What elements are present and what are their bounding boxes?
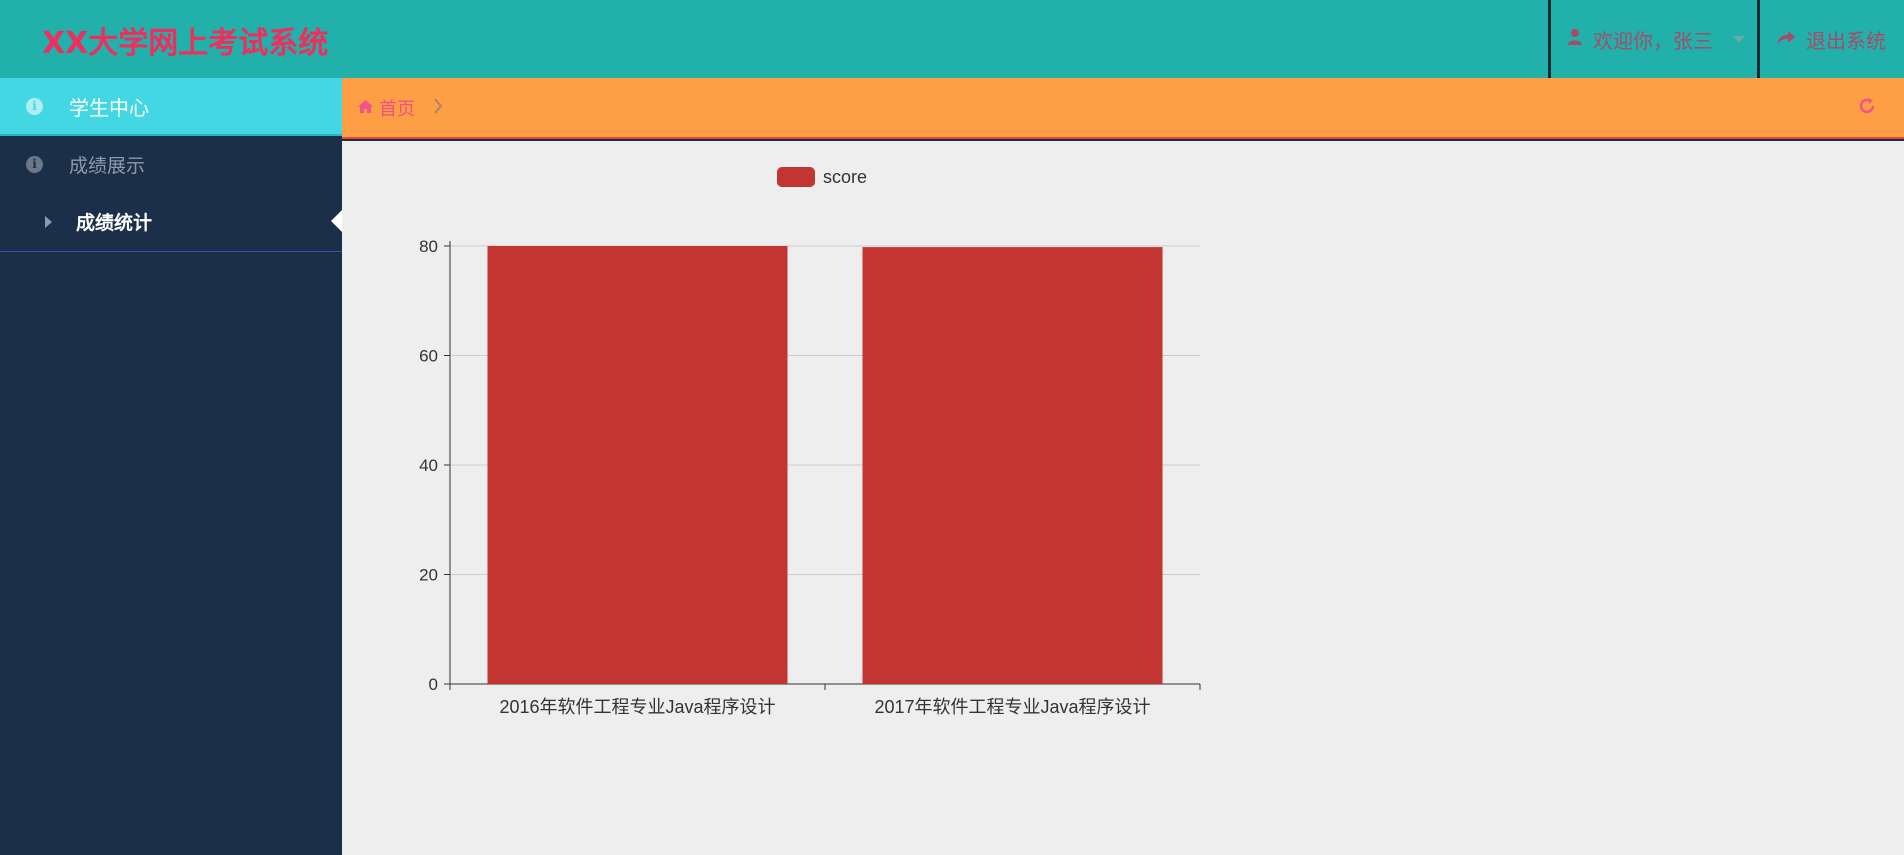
user-icon xyxy=(1567,27,1583,51)
x-tick-label: 2017年软件工程专业Java程序设计 xyxy=(874,697,1150,717)
sidebar-group-score-display[interactable]: i 成绩展示 xyxy=(0,136,342,192)
info-icon: i xyxy=(26,97,43,115)
active-indicator xyxy=(331,210,342,232)
top-header: XX大学网上考试系统 欢迎你，张三 退出系统 xyxy=(0,0,1904,78)
sidebar-header-label: 学生中心 xyxy=(69,95,149,120)
sidebar-item-score-statistics[interactable]: 成绩统计 xyxy=(0,192,342,252)
legend-swatch xyxy=(777,167,815,187)
breadcrumb: 首页 xyxy=(342,78,1904,139)
sidebar-group-label: 成绩展示 xyxy=(69,154,146,177)
logout-label: 退出系统 xyxy=(1806,28,1886,53)
user-menu[interactable]: 欢迎你，张三 xyxy=(1548,0,1760,78)
welcome-text: 欢迎你，张三 xyxy=(1593,28,1713,53)
bar xyxy=(487,246,788,684)
sidebar-header-student-center[interactable]: i 学生中心 xyxy=(0,78,342,136)
x-tick-label: 2016年软件工程专业Java程序设计 xyxy=(499,697,775,717)
y-tick-label: 80 xyxy=(419,237,438,256)
y-tick-label: 60 xyxy=(419,347,438,366)
legend-label: score xyxy=(823,167,867,187)
caret-right-icon xyxy=(45,215,52,228)
main-content: score 0 20 40 60 80 2016年软件工程专业Java程序设计 2017年软件… xyxy=(342,141,1904,855)
sidebar: i 学生中心 i 成绩展示 成绩统计 xyxy=(0,78,342,855)
home-icon xyxy=(358,98,373,117)
refresh-icon[interactable] xyxy=(1858,96,1876,120)
site-logo[interactable]: XX大学网上考试系统 xyxy=(42,18,328,62)
share-icon xyxy=(1776,27,1796,51)
chevron-right-icon xyxy=(433,95,443,120)
breadcrumb-home-link[interactable]: 首页 xyxy=(379,95,415,121)
y-tick-label: 0 xyxy=(429,675,438,694)
y-tick-label: 40 xyxy=(419,456,438,475)
logout-button[interactable]: 退出系统 xyxy=(1760,0,1904,78)
caret-down-icon xyxy=(1733,35,1745,43)
y-tick-label: 20 xyxy=(419,566,438,585)
bar xyxy=(862,247,1163,684)
sidebar-item-label: 成绩统计 xyxy=(76,212,153,234)
score-bar-chart: score 0 20 40 60 80 2016年软件工程专业Java程序设计 2017年软件… xyxy=(419,167,1201,717)
info-icon: i xyxy=(26,155,43,173)
